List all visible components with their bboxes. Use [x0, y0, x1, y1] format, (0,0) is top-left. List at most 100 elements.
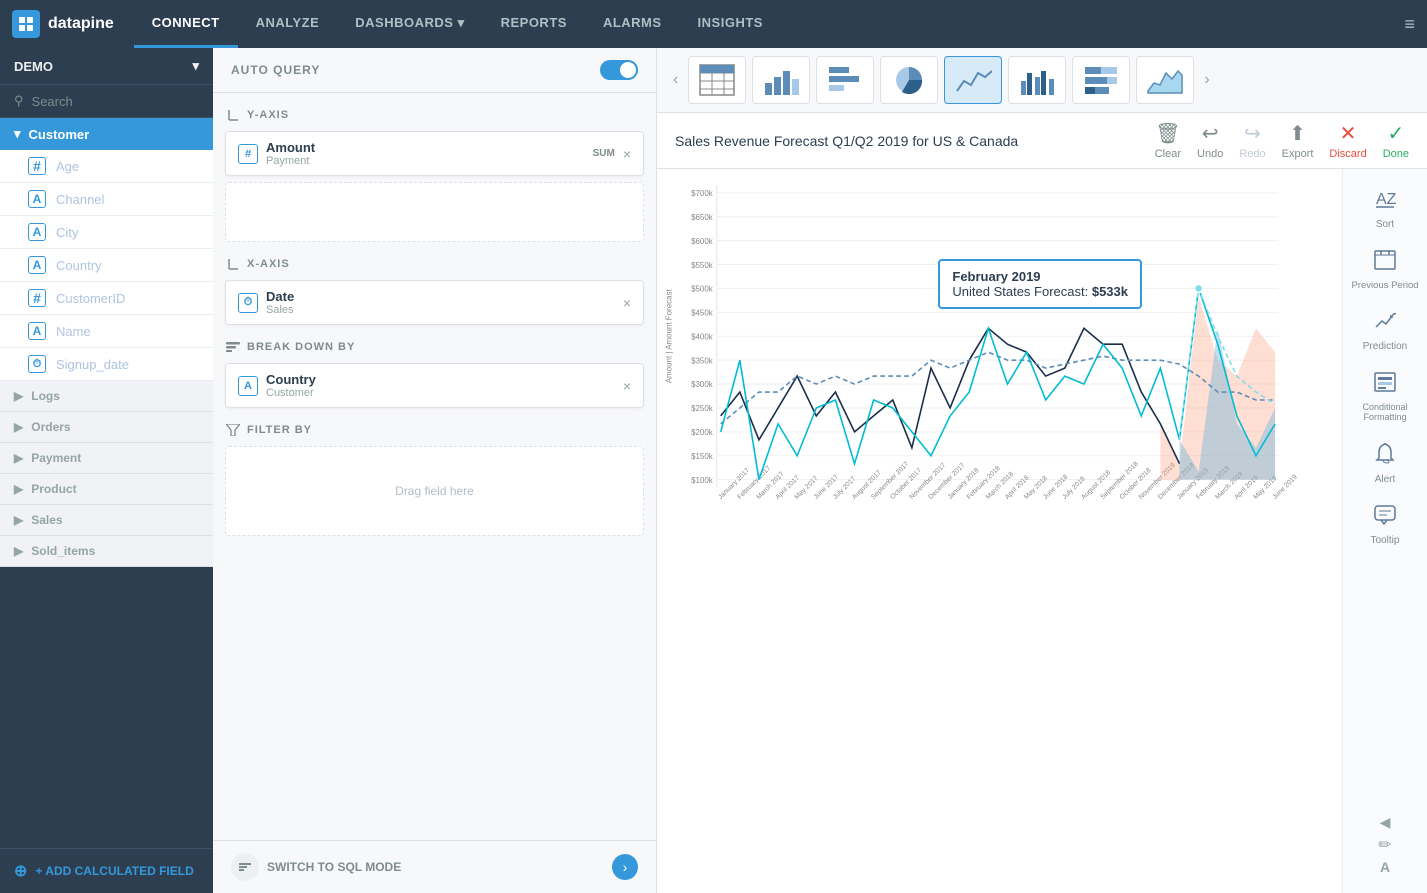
filter-icon: [225, 422, 241, 438]
sidebar-item-signup-date[interactable]: ⏱ Signup_date: [0, 348, 213, 381]
clock-icon: ⏱: [238, 293, 258, 313]
svg-text:$150k: $150k: [691, 452, 713, 461]
sidebar-item-name[interactable]: A Name: [0, 315, 213, 348]
nav-connect[interactable]: CONNECT: [134, 0, 238, 48]
discard-button[interactable]: ✕ Discard: [1329, 121, 1366, 160]
hash-icon: #: [28, 289, 46, 307]
search-input[interactable]: [32, 94, 199, 109]
y-axis-field-pill: # Amount Payment SUM ×: [225, 131, 644, 176]
redo-button[interactable]: ↪ Redo: [1239, 121, 1265, 160]
chart-type-bar-button[interactable]: [752, 56, 810, 104]
x-axis-field-pill: ⏱ Date Sales ×: [225, 280, 644, 325]
sidebar-group-logs[interactable]: ▶ Logs: [0, 381, 213, 412]
conditional-formatting-icon: [1374, 372, 1396, 397]
plus-icon: ⊕: [14, 861, 27, 881]
chart-type-grouped-bar-button[interactable]: [1008, 56, 1066, 104]
svg-text:$500k: $500k: [691, 285, 713, 294]
chevron-down-icon: ▾: [14, 126, 21, 142]
y-axis-drop-zone: [225, 182, 644, 242]
chart-title: Sales Revenue Forecast Q1/Q2 2019 for US…: [675, 133, 1018, 149]
remove-breakdown-field-button[interactable]: ×: [623, 378, 631, 394]
nav-analyze[interactable]: ANALYZE: [238, 0, 338, 48]
chart-type-line-button[interactable]: [944, 56, 1002, 104]
add-calculated-field-button[interactable]: ⊕ + ADD CALCULATED FIELD: [0, 848, 213, 893]
nav-insights[interactable]: INSIGHTS: [680, 0, 781, 48]
remove-x-field-button[interactable]: ×: [623, 295, 631, 311]
chart-toolbar: Sales Revenue Forecast Q1/Q2 2019 for US…: [657, 113, 1427, 169]
done-button[interactable]: ✓ Done: [1383, 121, 1409, 160]
sidebar-item-channel[interactable]: A Channel: [0, 183, 213, 216]
collapse-right-button[interactable]: ◀: [1380, 814, 1391, 831]
hamburger-icon[interactable]: ≡: [1404, 14, 1415, 35]
tooltip-button[interactable]: Tooltip: [1343, 497, 1427, 554]
undo-button[interactable]: ↩ Undo: [1197, 121, 1223, 160]
svg-text:$200k: $200k: [691, 428, 713, 437]
chart-type-prev-button[interactable]: ‹: [669, 67, 682, 93]
sort-button[interactable]: AZ Sort: [1343, 179, 1427, 238]
chart-type-area-button[interactable]: [1136, 56, 1194, 104]
prediction-icon: [1374, 311, 1396, 336]
demo-selector[interactable]: DEMO ▾: [0, 48, 213, 85]
svg-text:$550k: $550k: [691, 261, 713, 270]
logo-icon: [12, 10, 40, 38]
hash-icon: #: [28, 157, 46, 175]
chevron-right-icon: ▶: [14, 389, 23, 403]
export-button[interactable]: ⬆ Export: [1282, 121, 1314, 160]
svg-text:$250k: $250k: [691, 404, 713, 413]
sidebar-group-orders[interactable]: ▶ Orders: [0, 412, 213, 443]
filter-label: FILTER BY: [225, 422, 644, 438]
svg-text:$700k: $700k: [691, 189, 713, 198]
chevron-down-icon: ▾: [192, 58, 199, 74]
alert-button[interactable]: Alert: [1343, 434, 1427, 493]
sidebar-item-age[interactable]: # Age: [0, 150, 213, 183]
sidebar-group-sales[interactable]: ▶ Sales: [0, 505, 213, 536]
chart-type-pie-button[interactable]: [880, 56, 938, 104]
x-axis-section: X-AXIS ⏱ Date Sales ×: [225, 256, 644, 325]
nav-alarms[interactable]: ALARMS: [585, 0, 680, 48]
y-axis-section: Y-AXIS # Amount Payment SUM ×: [225, 107, 644, 242]
sidebar-group-payment[interactable]: ▶ Payment: [0, 443, 213, 474]
sidebar: DEMO ▾ ⚲ ▾ Customer # Age A: [0, 48, 213, 893]
sql-mode-arrow[interactable]: ›: [612, 854, 638, 880]
chart-type-next-button[interactable]: ›: [1200, 67, 1213, 93]
sidebar-item-city[interactable]: A City: [0, 216, 213, 249]
breakdown-label: BREAK DOWN BY: [225, 339, 644, 355]
conditional-formatting-button[interactable]: Conditional Formatting: [1343, 364, 1427, 430]
text-icon: A: [28, 256, 46, 274]
chevron-right-icon: ▶: [14, 482, 23, 496]
previous-period-icon: [1374, 250, 1396, 275]
logo[interactable]: datapine: [12, 10, 114, 38]
sidebar-group-product[interactable]: ▶ Product: [0, 474, 213, 505]
previous-period-button[interactable]: Previous Period: [1343, 242, 1427, 299]
draw-tool-button[interactable]: ✏: [1378, 835, 1391, 855]
switch-to-sql-button[interactable]: SWITCH TO SQL MODE: [231, 853, 401, 881]
chart-right-panel: AZ Sort Previous Period Prediction: [1342, 169, 1427, 893]
sql-icon: [231, 853, 259, 881]
nav-reports[interactable]: REPORTS: [483, 0, 585, 48]
x-axis-label: X-AXIS: [225, 256, 644, 272]
query-panel: AUTO QUERY Y-AXIS # Amount Paymen: [213, 48, 657, 893]
sidebar-group-header-customer[interactable]: ▾ Customer: [0, 118, 213, 150]
undo-icon: ↩: [1202, 121, 1219, 146]
remove-y-field-button[interactable]: ×: [623, 146, 631, 162]
prediction-button[interactable]: Prediction: [1343, 303, 1427, 360]
sidebar-group-sold-items[interactable]: ▶ Sold_items: [0, 536, 213, 567]
auto-query-toggle[interactable]: [600, 60, 638, 80]
sidebar-group-items-customer: # Age A Channel A City A Country: [0, 150, 213, 381]
chart-type-hstacked-button[interactable]: [1072, 56, 1130, 104]
chevron-right-icon: ▶: [14, 544, 23, 558]
chart-type-table-button[interactable]: [688, 56, 746, 104]
clock-icon: ⏱: [28, 355, 46, 373]
sidebar-item-country[interactable]: A Country: [0, 249, 213, 282]
nav-items: CONNECT ANALYZE DASHBOARDS ▾ REPORTS ALA…: [134, 0, 1405, 48]
sidebar-item-customerid[interactable]: # CustomerID: [0, 282, 213, 315]
search-box: ⚲: [0, 85, 213, 118]
chart-type-hbar-button[interactable]: [816, 56, 874, 104]
svg-text:February 2017: February 2017: [736, 465, 772, 501]
chart-area: ‹: [657, 48, 1427, 893]
breakdown-icon: [225, 339, 241, 355]
clear-button[interactable]: 🗑 Clear: [1155, 121, 1181, 160]
nav-dashboards[interactable]: DASHBOARDS ▾: [337, 0, 482, 48]
text-tool-button[interactable]: A: [1380, 859, 1390, 875]
logo-text: datapine: [48, 15, 114, 33]
